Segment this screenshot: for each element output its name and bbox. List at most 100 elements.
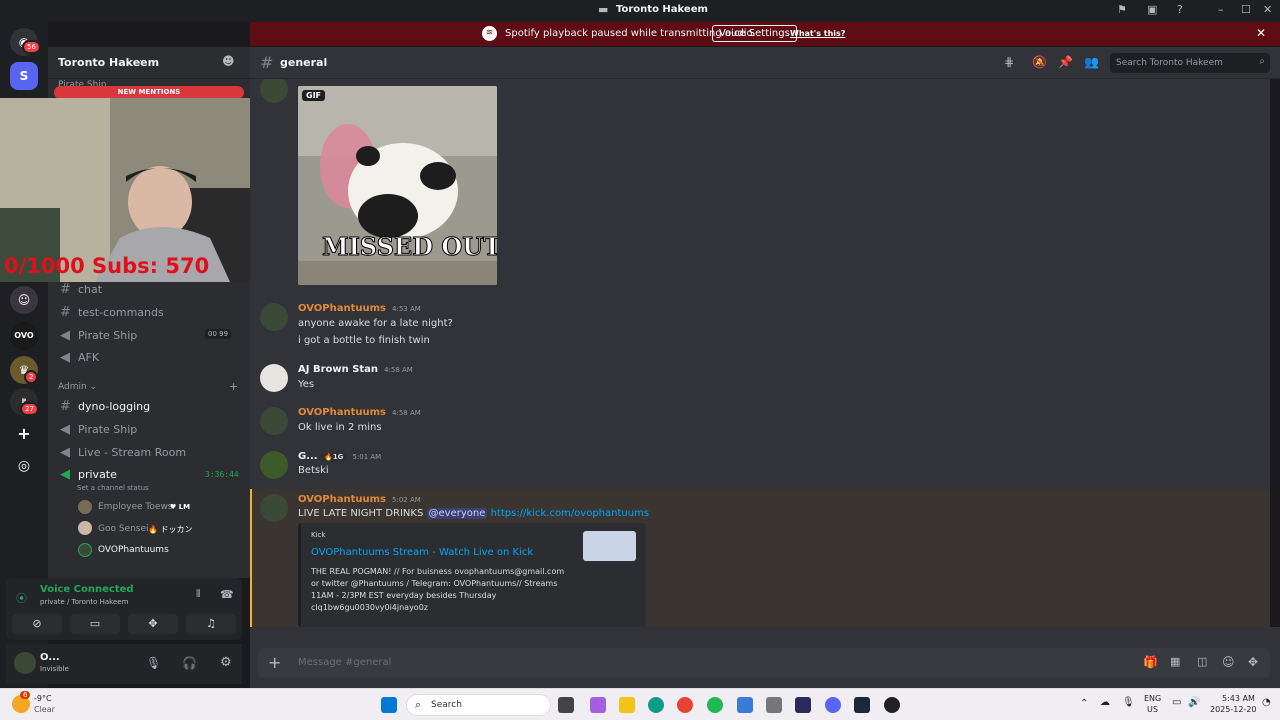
spotify-app-icon[interactable] [707, 697, 723, 713]
gift-icon[interactable]: 🎁 [1143, 655, 1158, 669]
activities-button[interactable]: ✥ [128, 614, 178, 634]
add-member-icon[interactable]: ☻ [222, 54, 235, 68]
channel-dyno-logging[interactable]: # dyno-logging [60, 396, 150, 416]
task-view-icon[interactable] [558, 697, 574, 713]
set-channel-status[interactable]: Set a channel status [77, 484, 149, 492]
noise-suppression-icon[interactable]: ⦀ [196, 589, 200, 600]
maximize-icon[interactable]: ☐ [1241, 3, 1251, 16]
avatar[interactable] [260, 364, 288, 392]
apps-icon[interactable]: ✥ [1248, 655, 1258, 669]
hash-icon: # [60, 281, 71, 297]
server-icon-s[interactable]: S [10, 62, 38, 90]
soundboard-button[interactable]: ♫ [186, 614, 236, 634]
add-channel-icon[interactable]: + [229, 380, 238, 393]
gif-picker-icon[interactable]: ▦ [1170, 655, 1180, 668]
avatar[interactable] [260, 407, 288, 435]
message-author[interactable]: OVOPhantuums 5:02 AM [298, 494, 421, 505]
close-icon[interactable]: ✕ [1256, 26, 1266, 40]
add-server-icon[interactable]: + [10, 420, 38, 448]
embed-description: 11AM - 2/3PM EST everyday besides Thursd… [311, 591, 497, 600]
notification-bell-icon[interactable]: 🔕 [1032, 55, 1047, 69]
channel-afk[interactable]: ◀ AFK [60, 347, 99, 367]
avatar [78, 500, 92, 514]
avatar[interactable] [260, 451, 288, 479]
embed-thumbnail[interactable] [583, 531, 636, 561]
notepad-icon[interactable] [737, 697, 753, 713]
close-window-icon[interactable]: ✕ [1263, 3, 1272, 16]
steam-icon[interactable] [854, 697, 870, 713]
avatar[interactable] [14, 652, 36, 674]
channel-pirate-ship-admin[interactable]: ◀ Pirate Ship [60, 419, 137, 439]
channel-pirate-ship[interactable]: ◀ Pirate Ship [60, 325, 137, 345]
volume-icon[interactable]: 🔊 [1188, 697, 1200, 708]
channel-private[interactable]: ◀ private [60, 464, 117, 484]
avatar[interactable] [260, 494, 288, 522]
message-input[interactable]: + Message #general 🎁 ▦ ◫ ☺ ✥ [258, 648, 1270, 678]
discord-logo-icon: ▬ [598, 3, 609, 16]
disconnect-icon[interactable]: ☎ [220, 588, 234, 601]
kick-link[interactable]: https://kick.com/ovophantuums [491, 508, 649, 519]
language-label[interactable]: ENG [1144, 694, 1161, 703]
minimize-icon[interactable]: – [1218, 3, 1224, 16]
server-header[interactable]: Toronto Hakeem ⌄ ☻ [48, 47, 250, 79]
emoji-icon[interactable]: ☺ [1222, 655, 1235, 669]
headphones-icon[interactable]: 🎧 [182, 656, 197, 670]
flag-icon[interactable]: ⚑ [1117, 3, 1127, 16]
pin-icon[interactable]: 📌 [1058, 55, 1073, 69]
discord-app-icon[interactable] [825, 697, 841, 713]
windows-start-icon[interactable] [381, 697, 397, 713]
sticker-icon[interactable]: ◫ [1197, 655, 1207, 668]
mic-tray-icon[interactable]: 🎙 [1122, 697, 1135, 708]
message-author[interactable]: OVOPhantuums 4:58 AM [298, 407, 421, 418]
message-text: Ok live in 2 mins [298, 422, 382, 433]
channel-test-commands[interactable]: # test-commands [60, 302, 164, 322]
file-explorer-icon[interactable] [619, 697, 635, 713]
settings-gear-icon[interactable]: ⚙ [220, 655, 232, 670]
category-admin[interactable]: Admin ⌄ [58, 382, 97, 392]
server-badge-27: 27 [20, 402, 39, 416]
chrome-icon[interactable] [677, 697, 693, 713]
avatar [260, 79, 288, 103]
voice-user-name[interactable]: Employee Toews [98, 502, 173, 512]
discover-icon[interactable]: ◎ [10, 452, 38, 480]
voice-status[interactable]: Voice Connected [40, 584, 134, 595]
avatar[interactable] [260, 303, 288, 331]
network-icon[interactable]: ▭ [1172, 697, 1181, 708]
microphone-icon[interactable]: 🎙 [146, 656, 161, 670]
member-list-icon[interactable]: 👥 [1084, 55, 1099, 69]
camera-button[interactable]: ⊘ [12, 614, 62, 634]
attach-plus-icon[interactable]: + [268, 653, 281, 672]
channel-label: Pirate Ship [78, 328, 138, 342]
message-author[interactable]: AJ Brown Stan 4:58 AM [298, 364, 413, 375]
notification-icon[interactable]: ◔ [1262, 697, 1271, 708]
cloud-icon[interactable]: ☁ [1100, 697, 1110, 708]
channel-live-stream-room[interactable]: ◀ Live - Stream Room [60, 442, 186, 462]
voice-user-name[interactable]: OVOPhantuums [98, 545, 169, 555]
inbox-icon[interactable]: ▣ [1147, 3, 1157, 16]
message-author[interactable]: G... 🔥1G 5:01 AM [298, 451, 381, 462]
obs-icon[interactable] [795, 697, 811, 713]
server-icon-ovo[interactable]: OVO [10, 322, 38, 350]
copilot-icon[interactable] [590, 697, 606, 713]
threads-icon[interactable]: ⋕ [1004, 55, 1014, 69]
embed-title[interactable]: OVOPhantuums Stream - Watch Live on Kick [311, 547, 533, 558]
search-input[interactable]: Search Toronto Hakeem ⌕ [1110, 53, 1270, 73]
weather-temp[interactable]: -9°C [34, 694, 52, 703]
tray-chevron-icon[interactable]: ⌃ [1080, 698, 1088, 709]
everyone-mention[interactable]: @everyone [426, 508, 488, 519]
help-icon[interactable]: ? [1177, 3, 1183, 16]
speaker-icon: ◀ [60, 349, 70, 365]
edge-icon[interactable] [648, 697, 664, 713]
gif-image[interactable]: GIF MISSED OUT [298, 86, 497, 285]
screen-share-button[interactable]: ▭ [70, 614, 120, 634]
whats-this-link[interactable]: What's this? [790, 29, 845, 38]
clock-time[interactable]: 5:43 AM [1222, 694, 1255, 703]
channel-chat[interactable]: # chat [60, 279, 102, 299]
message-author[interactable]: OVOPhantuums 4:53 AM [298, 303, 421, 314]
settings-app-icon[interactable] [766, 697, 782, 713]
app-icon[interactable] [884, 697, 900, 713]
server-icon-avatar[interactable]: ☺ [10, 286, 38, 314]
voice-user-name[interactable]: Goo Sensei [98, 524, 149, 534]
taskbar-search[interactable]: ⌕ Search [406, 694, 551, 716]
voice-settings-button[interactable]: Voice Settings [712, 25, 797, 42]
